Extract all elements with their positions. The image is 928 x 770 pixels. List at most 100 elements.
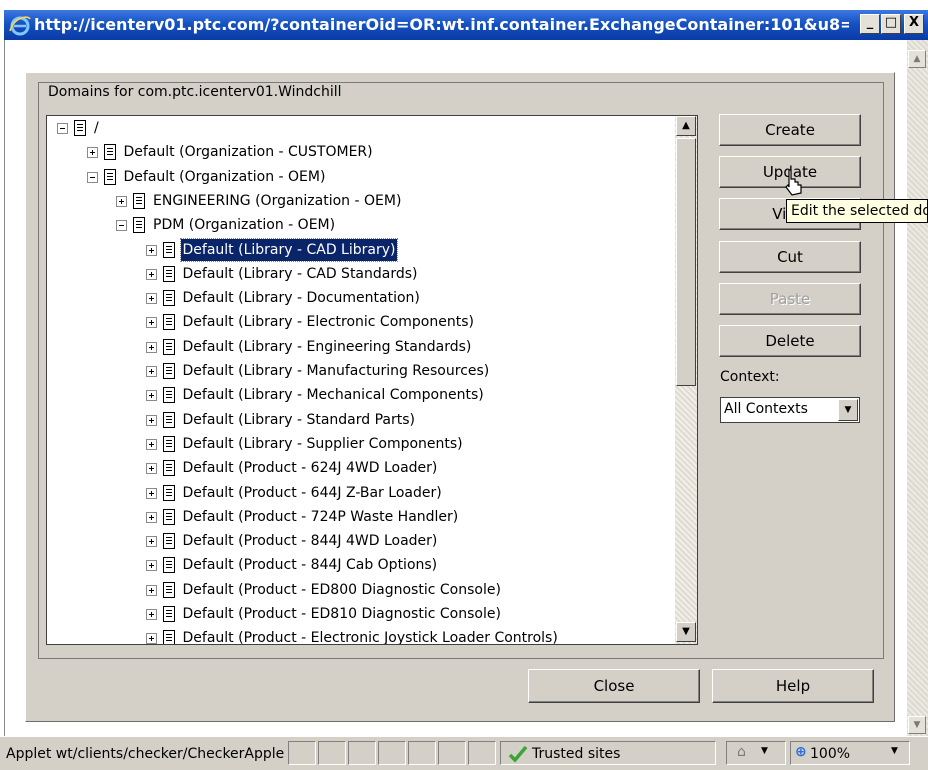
tree-node[interactable]: Default (Product - 844J Cab Options) xyxy=(145,554,663,576)
tree-node-label[interactable]: Default (Library - Engineering Standards… xyxy=(181,336,474,358)
expand-icon[interactable] xyxy=(145,536,157,548)
tree-scroll-up-button[interactable]: ▲ xyxy=(676,116,696,136)
create-button[interactable]: Create xyxy=(719,114,861,146)
expand-icon[interactable] xyxy=(145,317,157,329)
tree-node-label[interactable]: Default (Library - Electronic Components… xyxy=(181,311,476,333)
lock-icon: ⌂ xyxy=(737,744,746,760)
collapse-icon[interactable] xyxy=(57,123,68,134)
tree-node[interactable]: Default (Product - ED800 Diagnostic Cons… xyxy=(145,579,663,601)
tree-scrollbar[interactable]: ▲ ▼ xyxy=(675,116,697,644)
expand-icon[interactable] xyxy=(145,414,157,426)
checkmark-icon xyxy=(508,745,528,763)
expand-icon[interactable] xyxy=(145,268,157,280)
expand-icon[interactable] xyxy=(86,147,98,159)
tree-node-label[interactable]: Default (Library - Manufacturing Resourc… xyxy=(181,360,492,382)
expand-icon[interactable] xyxy=(116,195,127,207)
delete-button[interactable]: Delete xyxy=(719,325,861,357)
tree-node[interactable]: Default (Product - 844J 4WD Loader) xyxy=(145,530,663,552)
tree-node-label[interactable]: Default (Product - 844J Cab Options) xyxy=(181,554,440,576)
tree-node[interactable]: PDM (Organization - OEM) xyxy=(116,214,662,236)
expand-icon[interactable] xyxy=(145,438,157,450)
tree-node[interactable]: Default (Library - Engineering Standards… xyxy=(145,336,663,358)
tree-scroll-thumb[interactable] xyxy=(676,138,696,386)
tree-node-label[interactable]: PDM (Organization - OEM) xyxy=(151,214,337,236)
expand-icon[interactable] xyxy=(145,633,157,644)
tree-node-label[interactable]: Default (Library - Documentation) xyxy=(181,287,422,309)
tree-node-label[interactable]: Default (Product - 844J 4WD Loader) xyxy=(181,530,440,552)
tree-node-label[interactable]: Default (Product - 644J Z-Bar Loader) xyxy=(181,482,444,504)
domain-icon xyxy=(162,290,175,307)
expand-icon[interactable] xyxy=(145,511,157,523)
cut-button[interactable]: Cut xyxy=(719,241,861,273)
context-label: Context: xyxy=(720,369,780,385)
domain-icon xyxy=(162,508,175,525)
close-window-button[interactable]: X xyxy=(904,14,924,34)
tree-node-label[interactable]: / xyxy=(92,117,101,139)
minimize-button[interactable]: _ xyxy=(860,14,880,34)
protected-mode-cell[interactable]: ⌂ ▼ xyxy=(726,741,786,765)
tree-node-label[interactable]: Default (Library - Standard Parts) xyxy=(181,409,418,431)
tree-node[interactable]: Default (Library - CAD Library) xyxy=(145,237,663,262)
expand-icon[interactable] xyxy=(145,584,157,596)
tree-node[interactable]: Default (Organization - OEM) xyxy=(86,166,663,188)
tree-node[interactable]: Default (Library - CAD Standards) xyxy=(145,263,663,285)
tree-node[interactable]: Default (Product - 624J 4WD Loader) xyxy=(145,457,663,479)
tree-node-label[interactable]: Default (Product - ED810 Diagnostic Cons… xyxy=(181,603,503,625)
chevron-down-icon[interactable]: ▼ xyxy=(838,399,858,421)
tree-node-label[interactable]: ENGINEERING (Organization - OEM) xyxy=(151,190,403,212)
expand-icon[interactable] xyxy=(145,293,157,305)
window-title-bar[interactable]: http://icenterv01.ptc.com/?containerOid=… xyxy=(4,10,928,41)
paste-button[interactable]: Paste xyxy=(719,283,861,315)
status-cell xyxy=(348,741,376,765)
expand-icon[interactable] xyxy=(145,244,157,256)
tree-node[interactable]: ENGINEERING (Organization - OEM) xyxy=(116,190,662,212)
domain-icon xyxy=(103,144,116,161)
page-scroll-up-button[interactable]: ▲ xyxy=(908,50,926,68)
tree-node[interactable]: Default (Product - ED810 Diagnostic Cons… xyxy=(145,603,663,625)
expand-icon[interactable] xyxy=(145,487,157,499)
tree-node-label[interactable]: Default (Organization - CUSTOMER) xyxy=(122,141,375,163)
expand-icon[interactable] xyxy=(145,609,157,620)
tree-node[interactable]: / xyxy=(57,117,662,139)
domain-tree[interactable]: / Default (Organization - CUSTOMER) Defaul… xyxy=(46,115,698,645)
tree-node-label[interactable]: Default (Organization - OEM) xyxy=(122,166,328,188)
collapse-icon[interactable] xyxy=(86,171,98,183)
maximize-button[interactable]: □ xyxy=(881,14,901,34)
tree-node[interactable]: Default (Library - Mechanical Components… xyxy=(145,384,663,406)
tree-node-label[interactable]: Default (Product - 724P Waste Handler) xyxy=(181,506,461,528)
tree-node-label[interactable]: Default (Library - CAD Library) xyxy=(179,237,399,262)
tree-node[interactable]: Default (Library - Documentation) xyxy=(145,287,663,309)
tree-node[interactable]: Default (Organization - CUSTOMER) xyxy=(86,141,663,163)
tree-node-label[interactable]: Default (Library - CAD Standards) xyxy=(181,263,420,285)
collapse-icon[interactable] xyxy=(116,220,127,232)
help-button[interactable]: Help xyxy=(712,669,874,703)
chevron-down-icon: ▼ xyxy=(761,746,768,756)
tree-node[interactable]: Default (Library - Supplier Components) xyxy=(145,433,663,455)
expand-icon[interactable] xyxy=(145,560,157,572)
tree-node-label[interactable]: Default (Library - Mechanical Components… xyxy=(181,384,486,406)
tree-node[interactable]: Default (Library - Manufacturing Resourc… xyxy=(145,360,663,382)
tree-scroll-down-button[interactable]: ▼ xyxy=(676,622,696,642)
status-cell xyxy=(468,741,496,765)
status-cell xyxy=(288,741,316,765)
tree-node[interactable]: Default (Library - Electronic Components… xyxy=(145,311,663,333)
chevron-down-icon: ▼ xyxy=(891,746,898,756)
tree-node-label[interactable]: Default (Library - Supplier Components) xyxy=(181,433,465,455)
page-scroll-down-button[interactable]: ▼ xyxy=(908,716,926,734)
group-title: Domains for com.ptc.icenterv01.Windchill xyxy=(48,84,342,100)
tree-node[interactable]: Default (Product - 724P Waste Handler) xyxy=(145,506,663,528)
expand-icon[interactable] xyxy=(145,390,157,402)
tree-node[interactable]: Default (Product - Electronic Joystick L… xyxy=(145,627,663,644)
tree-node-label[interactable]: Default (Product - 624J 4WD Loader) xyxy=(181,457,440,479)
tree-node-label[interactable]: Default (Product - Electronic Joystick L… xyxy=(181,627,560,644)
close-button[interactable]: Close xyxy=(528,669,700,703)
tree-node[interactable]: Default (Product - 644J Z-Bar Loader) xyxy=(145,482,663,504)
tree-node-label[interactable]: Default (Product - ED800 Diagnostic Cons… xyxy=(181,579,503,601)
expand-icon[interactable] xyxy=(145,341,157,353)
expand-icon[interactable] xyxy=(145,463,157,475)
context-select[interactable]: All Contexts ▼ xyxy=(720,397,860,423)
tree-node[interactable]: Default (Library - Standard Parts) xyxy=(145,409,663,431)
expand-icon[interactable] xyxy=(145,366,157,377)
domain-icon xyxy=(162,606,175,622)
page-scrollbar[interactable]: ▲ ▼ xyxy=(907,40,928,736)
